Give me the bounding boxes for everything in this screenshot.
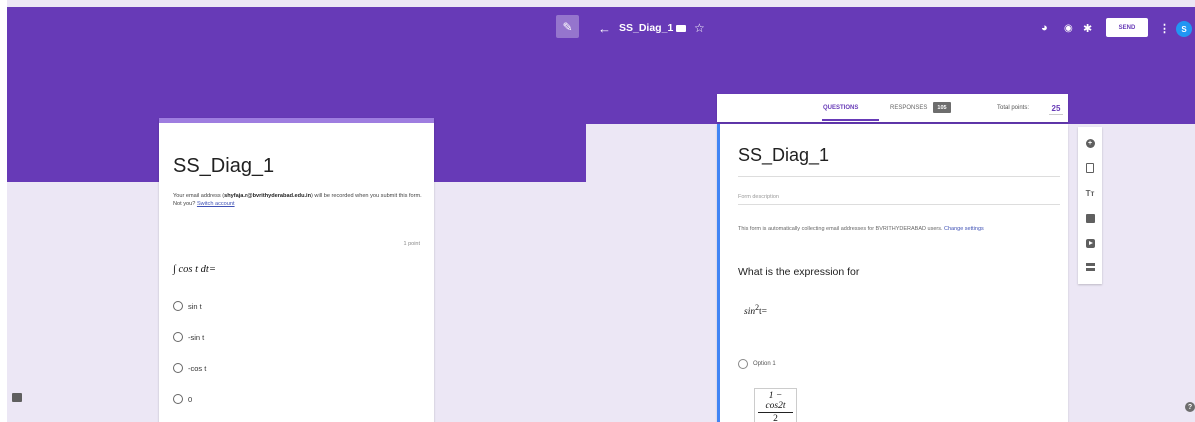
active-tab-indicator	[822, 119, 879, 121]
divider	[738, 204, 1060, 205]
question-title[interactable]: What is the expression for	[738, 266, 859, 278]
question-text: ∫ cos t dt=	[173, 264, 216, 275]
question-toolbar: + Tт	[1078, 127, 1102, 284]
option-neg-cos-t[interactable]: -cos t	[173, 363, 206, 373]
form-editor-card: SS_Diag_1 Form description This form is …	[717, 124, 1068, 422]
email-address: shyfaja.r@bvrithyderabad.edu.in	[224, 193, 312, 199]
form-description-input[interactable]: Form description	[738, 194, 779, 200]
help-icon[interactable]: ?	[1185, 402, 1195, 412]
total-points-label: Total points:	[997, 105, 1030, 111]
email-notice: Your email address (shyfaja.r@bvrithyder…	[173, 193, 422, 207]
radio-button[interactable]	[173, 332, 183, 342]
more-icon[interactable]: ⋮	[1159, 7, 1170, 49]
add-question-icon[interactable]: +	[1078, 133, 1102, 153]
doc-title[interactable]: SS_Diag_1	[619, 7, 673, 49]
tab-questions[interactable]: QUESTIONS	[823, 94, 858, 122]
form-title: SS_Diag_1	[173, 155, 275, 177]
switch-account-link[interactable]: Switch account	[197, 201, 235, 207]
option-neg-sin-t[interactable]: -sin t	[173, 332, 204, 342]
radio-button[interactable]	[173, 363, 183, 373]
change-settings-link[interactable]: Change settings	[944, 226, 984, 232]
question-expression: sin2t=	[744, 303, 768, 318]
form-title-input[interactable]: SS_Diag_1	[738, 145, 829, 166]
points-label: 1 point	[403, 241, 420, 247]
send-button[interactable]: SEND	[1106, 18, 1148, 37]
image-icon[interactable]	[1078, 208, 1102, 228]
email-collection-notice: This form is automatically collecting em…	[738, 226, 984, 232]
option-1[interactable]: Option 1	[738, 359, 776, 369]
star-icon[interactable]: ☆	[694, 7, 705, 49]
title-icon[interactable]: Tт	[1078, 183, 1102, 203]
settings-icon[interactable]: ✱	[1083, 7, 1092, 49]
back-arrow-icon[interactable]: ←	[598, 7, 611, 49]
radio-button[interactable]	[173, 301, 183, 311]
radio-button[interactable]	[173, 394, 183, 404]
top-bar: ← SS_Diag_1 ☆ ◕ ◉ ✱ SEND ⋮ S	[586, 7, 1195, 49]
option-zero[interactable]: 0	[173, 394, 192, 404]
respondent-view: ✎ SS_Diag_1 Your email address (shyfaja.…	[7, 0, 586, 422]
tabs-bar: QUESTIONS RESPONSES 105 Total points: 25	[717, 94, 1068, 122]
section-icon[interactable]	[1078, 257, 1102, 277]
responses-count-badge: 105	[933, 102, 951, 113]
option-formula-image: 1 − cos2t 2	[754, 388, 797, 422]
form-card: SS_Diag_1 Your email address (shyfaja.r@…	[159, 118, 434, 422]
video-icon[interactable]	[1078, 233, 1102, 253]
radio-button[interactable]	[738, 359, 748, 369]
feedback-icon[interactable]	[12, 393, 22, 402]
divider	[738, 176, 1060, 177]
import-icon[interactable]	[1078, 158, 1102, 178]
avatar[interactable]: S	[1176, 21, 1192, 37]
editor-view: ← SS_Diag_1 ☆ ◕ ◉ ✱ SEND ⋮ S QUESTIONS R…	[586, 0, 1195, 422]
edit-icon[interactable]: ✎	[556, 15, 579, 38]
folder-icon[interactable]	[676, 7, 686, 49]
tab-responses[interactable]: RESPONSES	[890, 94, 927, 122]
total-points-input[interactable]: 25	[1049, 102, 1063, 115]
option-sin-t[interactable]: sin t	[173, 301, 202, 311]
preview-icon[interactable]: ◉	[1064, 7, 1073, 49]
palette-icon[interactable]: ◕	[1041, 7, 1048, 49]
